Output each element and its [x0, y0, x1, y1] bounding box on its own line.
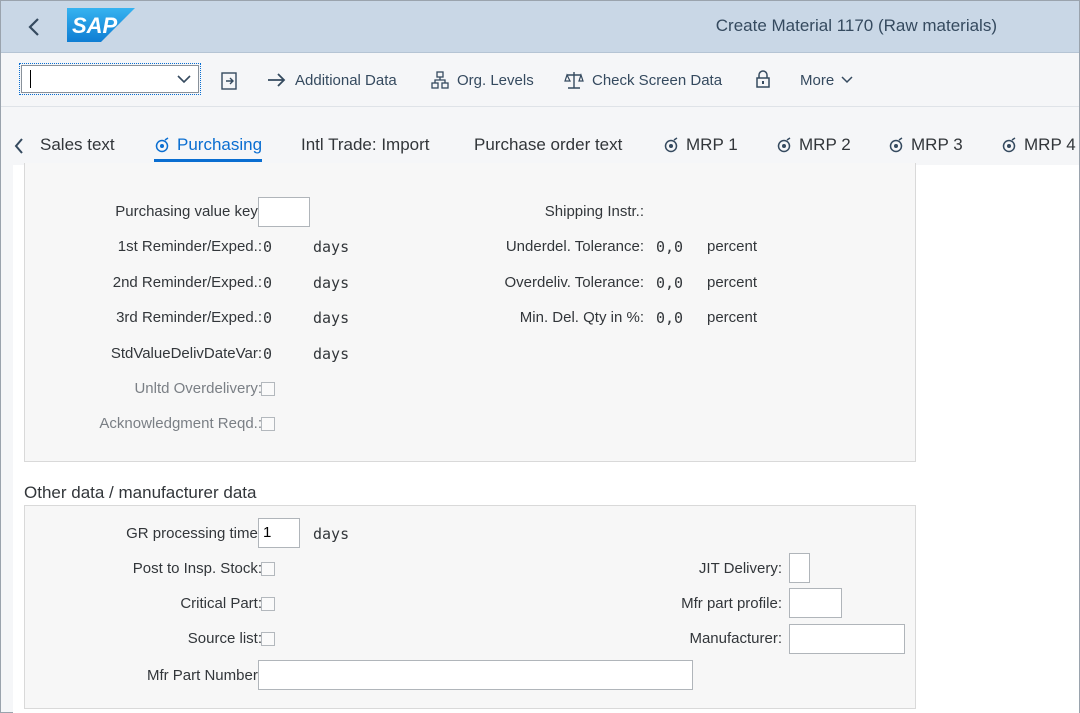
tab-purchase-order-text[interactable]: Purchase order text: [474, 135, 622, 155]
chevron-left-icon[interactable]: [13, 137, 25, 155]
balance-scale-icon: [564, 72, 584, 89]
reminder2-value: 0: [263, 274, 273, 292]
toolbar: Additional Data Org. Levels Check Screen…: [1, 53, 1079, 107]
lock-icon[interactable]: [755, 69, 771, 89]
tab-intl-trade-import[interactable]: Intl Trade: Import: [301, 135, 430, 155]
sap-logo: SAP: [67, 8, 135, 42]
chevron-down-icon: [841, 76, 853, 84]
check-screen-data-label: Check Screen Data: [592, 71, 723, 89]
tab-label: Purchase order text: [474, 135, 623, 154]
acknowledgment-reqd-checkbox[interactable]: [261, 417, 275, 431]
underdel-tolerance-label: Underdel. Tolerance:: [505, 238, 644, 255]
gr-processing-time-input[interactable]: 1: [258, 518, 300, 548]
gr-processing-time-label: GR processing time:: [126, 525, 262, 542]
tab-strip: Sales text Purchasing Intl Trade: Import…: [1, 107, 1079, 165]
command-field[interactable]: [19, 63, 201, 95]
std-value-deliv-label: StdValueDelivDateVar:: [110, 345, 262, 362]
other-data-section-title: Other data / manufacturer data: [24, 483, 257, 502]
exit-screen-icon[interactable]: [220, 71, 240, 91]
reminder1-unit: days: [313, 238, 350, 256]
tab-purchasing[interactable]: Purchasing: [154, 135, 263, 162]
critical-part-label: Critical Part:: [180, 595, 262, 612]
back-button[interactable]: [19, 13, 49, 41]
critical-part-checkbox[interactable]: [261, 597, 275, 611]
reminder3-label: 3rd Reminder/Exped.:: [116, 309, 262, 326]
min-del-qty-value: 0,0: [656, 309, 684, 327]
more-label: More: [800, 71, 835, 89]
overdeliv-tolerance-unit: percent: [707, 274, 758, 291]
org-levels-button[interactable]: Org. Levels: [431, 69, 534, 91]
other-data-panel: GR processing time: 1 days Post to Insp.…: [24, 505, 916, 709]
additional-data-button[interactable]: Additional Data: [267, 69, 397, 91]
mfr-part-profile-input[interactable]: [789, 588, 842, 618]
min-del-qty-label: Min. Del. Qty in %:: [519, 309, 644, 326]
filled-circle-icon: [889, 137, 903, 153]
overdeliv-tolerance-value: 0,0: [656, 274, 684, 292]
check-screen-data-button[interactable]: Check Screen Data: [564, 69, 722, 91]
source-list-label: Source list:: [187, 630, 262, 647]
min-del-qty-unit: percent: [707, 309, 758, 326]
more-button[interactable]: More: [800, 69, 854, 91]
acknowledgment-reqd-label: Acknowledgment Reqd.:: [99, 415, 262, 432]
arrow-right-icon: [268, 73, 286, 87]
manufacturer-input[interactable]: [789, 624, 905, 654]
std-value-deliv-value: 0: [263, 345, 273, 363]
tab-mrp-1[interactable]: MRP 1: [663, 135, 738, 155]
tab-label: MRP 3: [911, 135, 963, 154]
shell-header: SAP Create Material 1170 (Raw materials): [1, 1, 1079, 53]
reminder2-unit: days: [313, 274, 350, 292]
org-levels-label: Org. Levels: [457, 71, 534, 89]
tab-mrp-4[interactable]: MRP 4: [1001, 135, 1076, 155]
tab-label: Purchasing: [177, 135, 263, 154]
tab-label: Intl Trade: Import: [301, 135, 430, 154]
tab-mrp-3[interactable]: MRP 3: [888, 135, 963, 155]
page-title: Create Material 1170 (Raw materials): [715, 16, 997, 35]
jit-delivery-label: JIT Delivery:: [698, 560, 782, 577]
gr-processing-time-unit: days: [313, 525, 350, 543]
source-list-checkbox[interactable]: [261, 632, 275, 646]
filled-circle-icon: [777, 137, 791, 153]
overdeliv-tolerance-label: Overdeliv. Tolerance:: [504, 274, 644, 291]
sap-logo-text: SAP: [72, 13, 118, 38]
tab-label: MRP 2: [799, 135, 851, 154]
chevron-down-icon[interactable]: [176, 71, 192, 87]
content-area: Purchasing value key: 1st Reminder/Exped…: [13, 163, 1079, 713]
filled-circle-icon: [664, 137, 678, 153]
tab-mrp-2[interactable]: MRP 2: [776, 135, 851, 155]
tab-label: MRP 1: [686, 135, 738, 154]
active-tab-indicator: [154, 159, 263, 162]
mfr-part-number-input[interactable]: [258, 660, 693, 690]
filled-circle-icon: [1002, 137, 1016, 153]
hierarchy-icon: [431, 71, 449, 89]
purchasing-value-key-input[interactable]: [258, 197, 310, 227]
std-value-deliv-unit: days: [313, 345, 350, 363]
unltd-overdelivery-label: Unltd Overdelivery:: [134, 380, 262, 397]
jit-delivery-input[interactable]: [789, 553, 810, 583]
unltd-overdelivery-checkbox[interactable]: [261, 382, 275, 396]
tab-label: MRP 4: [1024, 135, 1076, 154]
text-caret: [30, 70, 31, 88]
reminder3-value: 0: [263, 309, 273, 327]
post-insp-stock-label: Post to Insp. Stock:: [132, 560, 262, 577]
underdel-tolerance-value: 0,0: [656, 238, 684, 256]
manufacturer-label: Manufacturer:: [689, 630, 782, 647]
underdel-tolerance-unit: percent: [707, 238, 758, 255]
shipping-instr-label: Shipping Instr.:: [544, 203, 644, 220]
reminder2-label: 2nd Reminder/Exped.:: [112, 274, 262, 291]
reminder1-value: 0: [263, 238, 273, 256]
filled-circle-icon: [155, 137, 169, 153]
purchasing-value-key-label: Purchasing value key:: [115, 203, 262, 220]
mfr-part-number-label: Mfr Part Number:: [146, 667, 262, 684]
chevron-left-icon: [28, 18, 39, 36]
additional-data-label: Additional Data: [295, 71, 397, 89]
post-insp-stock-checkbox[interactable]: [261, 562, 275, 576]
mfr-part-profile-label: Mfr part profile:: [681, 595, 782, 612]
purchasing-panel: Purchasing value key: 1st Reminder/Exped…: [24, 163, 916, 462]
tab-sales-text[interactable]: Sales text: [40, 135, 115, 155]
reminder1-label: 1st Reminder/Exped.:: [117, 238, 262, 255]
tab-label: Sales text: [40, 135, 115, 154]
reminder3-unit: days: [313, 309, 350, 327]
